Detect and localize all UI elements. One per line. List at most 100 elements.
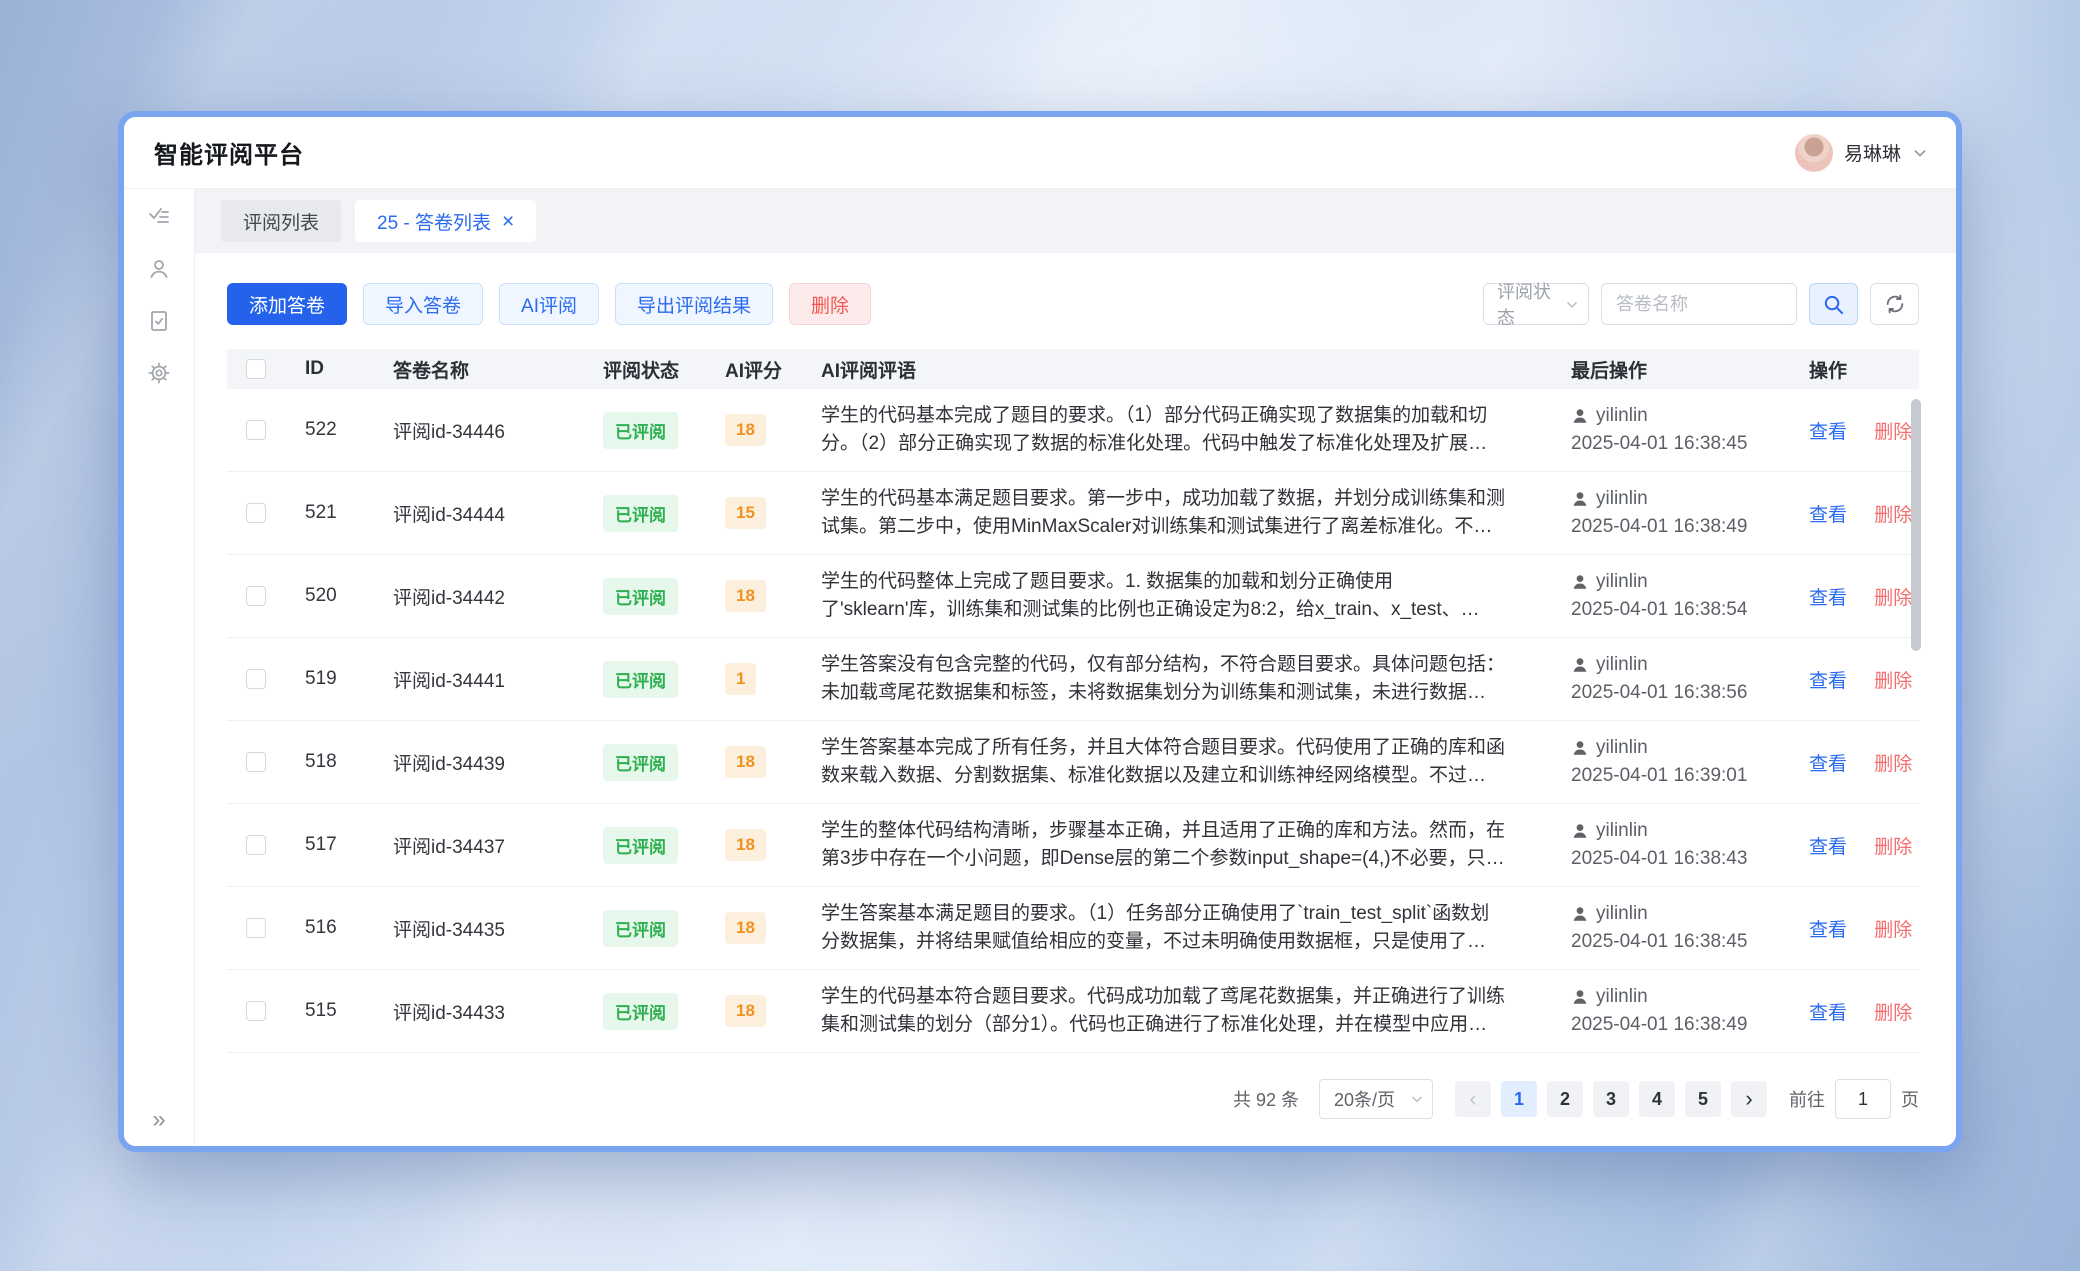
next-page-button[interactable]: › <box>1731 1081 1767 1117</box>
page-button-5[interactable]: 5 <box>1685 1081 1721 1117</box>
table-row: 520 评阅id-34442 已评阅 18 学生的代码整体上完成了题目要求。1.… <box>227 555 1919 638</box>
table-header-row: ID 答卷名称 评阅状态 AI评分 AI评阅评语 最后操作 操作 <box>227 349 1919 389</box>
table-row: 515 评阅id-34433 已评阅 18 学生的代码基本符合题目要求。代码成功… <box>227 970 1919 1053</box>
delete-link[interactable]: 删除 <box>1874 671 1912 692</box>
page-button-4[interactable]: 4 <box>1639 1081 1675 1117</box>
app-header: 智能评阅平台 易琳琳 <box>124 117 1956 189</box>
row-id: 521 <box>305 502 337 523</box>
delete-link[interactable]: 删除 <box>1874 422 1912 443</box>
view-link[interactable]: 查看 <box>1809 754 1847 775</box>
view-link[interactable]: 查看 <box>1809 505 1847 526</box>
score-badge: 18 <box>725 829 766 861</box>
column-header-status: 评阅状态 <box>583 356 705 383</box>
tab-answer-sheet-list[interactable]: 25 - 答卷列表 × <box>355 200 536 242</box>
row-id: 515 <box>305 1000 337 1021</box>
ai-comment: 学生的代码基本完成了题目的要求。（1）部分代码正确实现了数据集的加载和切分。（2… <box>821 402 1505 458</box>
delete-link[interactable]: 删除 <box>1874 920 1912 941</box>
view-link[interactable]: 查看 <box>1809 920 1847 941</box>
person-icon <box>1571 573 1589 591</box>
operator-name: yilinlin <box>1596 903 1648 925</box>
pagination: 共 92 条 20条/页 ‹ 12345 › 前往 页 <box>227 1079 1919 1119</box>
goto-page-input[interactable] <box>1835 1079 1891 1119</box>
answer-sheet-name: 评阅id-34444 <box>393 505 505 526</box>
row-checkbox[interactable] <box>246 1001 266 1021</box>
row-checkbox[interactable] <box>246 918 266 938</box>
table-row: 518 评阅id-34439 已评阅 18 学生答案基本完成了所有任务，并且大体… <box>227 721 1919 804</box>
row-checkbox[interactable] <box>246 586 266 606</box>
row-id: 522 <box>305 419 337 440</box>
delete-link[interactable]: 删除 <box>1874 754 1912 775</box>
tab-label: 25 - 答卷列表 <box>377 208 491 235</box>
close-icon[interactable]: × <box>502 211 514 232</box>
operation-time: 2025-04-01 16:38:54 <box>1571 599 1789 621</box>
sidebar-item-settings[interactable] <box>124 347 194 399</box>
column-header-action: 操作 <box>1789 356 1919 383</box>
select-all-checkbox[interactable] <box>246 359 266 379</box>
column-header-score: AI评分 <box>705 356 801 383</box>
page-size-select[interactable]: 20条/页 <box>1319 1079 1433 1119</box>
double-arrow-right-icon: » <box>152 1106 165 1133</box>
prev-page-button[interactable]: ‹ <box>1455 1081 1491 1117</box>
delete-link[interactable]: 删除 <box>1874 837 1912 858</box>
ai-review-button[interactable]: AI评阅 <box>499 283 599 325</box>
status-badge: 已评阅 <box>603 910 678 947</box>
operation-time: 2025-04-01 16:38:49 <box>1571 1014 1789 1036</box>
chevron-down-icon <box>1912 145 1928 161</box>
refresh-icon <box>1884 293 1906 315</box>
row-id: 517 <box>305 834 337 855</box>
row-checkbox[interactable] <box>246 752 266 772</box>
refresh-button[interactable] <box>1870 283 1919 325</box>
sidebar-item-review-list[interactable] <box>124 191 194 243</box>
row-checkbox[interactable] <box>246 669 266 689</box>
sidebar-collapse-button[interactable]: » <box>124 1106 194 1134</box>
answer-sheet-name: 评阅id-34446 <box>393 422 505 443</box>
page-title: 智能评阅平台 <box>154 135 304 170</box>
search-button[interactable] <box>1809 283 1858 325</box>
filter-bar: 评阅状态 <box>1483 283 1919 325</box>
view-link[interactable]: 查看 <box>1809 588 1847 609</box>
score-badge: 15 <box>725 497 766 529</box>
row-checkbox[interactable] <box>246 835 266 855</box>
operator-name: yilinlin <box>1596 571 1648 593</box>
column-header-id: ID <box>285 358 373 380</box>
answer-sheet-name-input[interactable] <box>1601 283 1797 325</box>
row-checkbox[interactable] <box>246 503 266 523</box>
page-button-1[interactable]: 1 <box>1501 1081 1537 1117</box>
view-link[interactable]: 查看 <box>1809 422 1847 443</box>
add-answer-sheet-button[interactable]: 添加答卷 <box>227 283 347 325</box>
operation-time: 2025-04-01 16:39:01 <box>1571 765 1789 787</box>
import-answer-sheet-button[interactable]: 导入答卷 <box>363 283 483 325</box>
export-results-button[interactable]: 导出评阅结果 <box>615 283 773 325</box>
row-checkbox[interactable] <box>246 420 266 440</box>
view-link[interactable]: 查看 <box>1809 1003 1847 1024</box>
vertical-scrollbar[interactable] <box>1911 399 1921 651</box>
delete-link[interactable]: 删除 <box>1874 588 1912 609</box>
ai-comment: 学生答案基本完成了所有任务，并且大体符合题目要求。代码使用了正确的库和函数来载入… <box>821 734 1505 790</box>
operator-name: yilinlin <box>1596 488 1648 510</box>
tab-review-list[interactable]: 评阅列表 <box>221 200 341 242</box>
page-button-2[interactable]: 2 <box>1547 1081 1583 1117</box>
review-status-select[interactable]: 评阅状态 <box>1483 283 1589 325</box>
delete-button[interactable]: 删除 <box>789 283 871 325</box>
page-unit-label: 页 <box>1901 1086 1919 1112</box>
view-link[interactable]: 查看 <box>1809 671 1847 692</box>
chevron-down-icon <box>1565 297 1579 312</box>
ai-comment: 学生的代码基本满足题目要求。第一步中，成功加载了数据，并划分成训练集和测试集。第… <box>821 485 1505 541</box>
app-window: 智能评阅平台 易琳琳 <box>118 111 1962 1152</box>
view-link[interactable]: 查看 <box>1809 837 1847 858</box>
delete-link[interactable]: 删除 <box>1874 1003 1912 1024</box>
goto-label: 前往 <box>1789 1086 1825 1112</box>
delete-link[interactable]: 删除 <box>1874 505 1912 526</box>
sidebar-item-papers[interactable] <box>124 295 194 347</box>
answer-sheet-table: ID 答卷名称 评阅状态 AI评分 AI评阅评语 最后操作 操作 522 评阅i… <box>227 349 1919 1053</box>
page-button-3[interactable]: 3 <box>1593 1081 1629 1117</box>
avatar[interactable] <box>1795 134 1833 172</box>
goto-page: 前往 页 <box>1789 1079 1919 1119</box>
sidebar-item-users[interactable] <box>124 243 194 295</box>
answer-sheet-name: 评阅id-34435 <box>393 920 505 941</box>
page-number-list: 12345 <box>1501 1081 1721 1117</box>
user-menu[interactable]: 易琳琳 <box>1795 134 1928 172</box>
answer-sheet-name: 评阅id-34439 <box>393 754 505 775</box>
status-badge: 已评阅 <box>603 744 678 781</box>
status-badge: 已评阅 <box>603 578 678 615</box>
